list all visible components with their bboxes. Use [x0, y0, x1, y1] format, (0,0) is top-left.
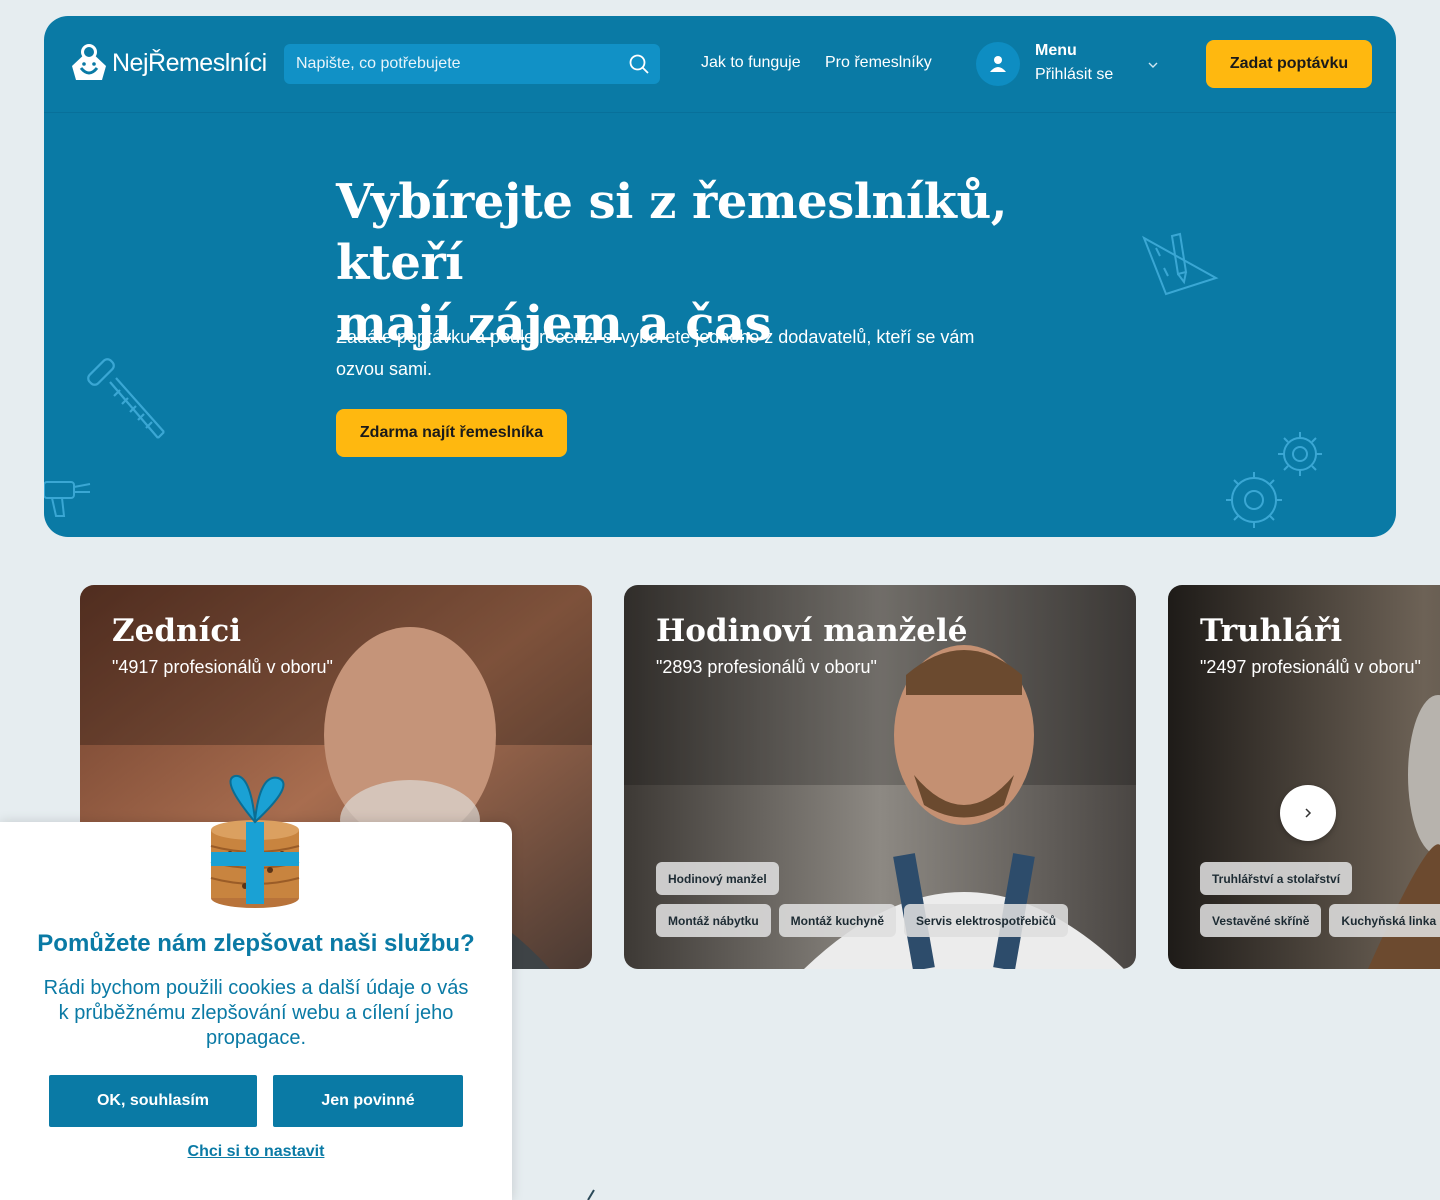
category-title: Zedníci [112, 613, 241, 649]
search-icon[interactable] [628, 53, 650, 75]
category-count: "2893 profesionálů v oboru" [656, 657, 877, 677]
tag[interactable]: Hodinový manžel [656, 862, 779, 895]
tag[interactable]: Vestavěné skříně [1200, 904, 1322, 937]
category-card-carpenters[interactable]: Truhláři "2497 profesionálů v oboru" Tru… [1168, 585, 1440, 969]
hero-title-line-1: Vybírejte si z řemeslníků, kteří [336, 174, 1007, 291]
tag-list: Truhlářství a stolařství Vestavěné skřín… [1200, 862, 1440, 946]
drill-doodle-icon [44, 481, 91, 517]
cookie-required-button[interactable]: Jen povinné [273, 1075, 463, 1127]
tag[interactable]: Truhlářství a stolařství [1200, 862, 1353, 895]
login-link[interactable]: Přihlásit se [1035, 66, 1113, 84]
ruler-pencil-doodle-icon [1142, 232, 1219, 296]
cookie-title: Pomůžete nám zlepšovat naši službu? [37, 930, 475, 957]
search-input[interactable] [284, 54, 618, 74]
category-title: Truhláři [1200, 613, 1343, 649]
tag[interactable]: Montáž kuchyně [778, 904, 897, 937]
site-header: NejŘemeslníci Jak to funguje Pro řemesln… [44, 16, 1396, 113]
find-craftsman-button[interactable]: Zdarma najít řemeslníka [336, 409, 567, 457]
cookie-gift-icon [210, 774, 300, 908]
category-title: Hodinoví manželé [656, 613, 968, 649]
tag-list: Hodinový manžel Montáž nábytku Montáž ku… [656, 862, 1136, 946]
category-card-handymen[interactable]: Hodinoví manželé "2893 profesionálů v ob… [624, 585, 1136, 969]
post-request-button[interactable]: Zadat poptávku [1206, 40, 1372, 88]
category-count: "4917 profesionálů v oboru" [112, 657, 333, 677]
cookie-accept-button[interactable]: OK, souhlasím [49, 1075, 257, 1127]
nav-how-it-works[interactable]: Jak to funguje [701, 54, 801, 72]
tag[interactable]: Kuchyňská linka [1329, 904, 1440, 937]
logo[interactable]: NejŘemeslníci [68, 40, 267, 86]
gears-doodle-icon [1226, 432, 1322, 528]
chevron-down-icon[interactable] [1146, 58, 1160, 72]
tag[interactable]: Servis elektrospotřebičů [904, 904, 1069, 937]
hero-section: NejŘemeslníci Jak to funguje Pro řemesln… [44, 16, 1396, 537]
logo-text: NejŘemeslníci [112, 48, 267, 77]
screw-doodle-icon [87, 358, 165, 439]
logo-mark-icon [72, 44, 106, 80]
user-avatar[interactable] [976, 42, 1020, 86]
cookie-settings-link[interactable]: Chci si to nastavit [0, 1143, 512, 1161]
hero-subtitle: Zadáte poptávku a podle recenzí si vyber… [336, 327, 975, 379]
carousel-next-button[interactable] [1280, 785, 1336, 841]
menu-title[interactable]: Menu [1035, 42, 1077, 60]
user-icon [990, 56, 1006, 72]
cookie-text: Rádi bychom použili cookies a další údaj… [43, 977, 469, 1049]
accent-mark [587, 1189, 595, 1200]
search-box [284, 44, 660, 84]
tag[interactable]: Montáž nábytku [656, 904, 771, 937]
category-count: "2497 profesionálů v oboru" [1200, 657, 1421, 677]
nav-for-craftsmen[interactable]: Pro řemeslníky [825, 54, 932, 72]
chevron-right-icon [1305, 808, 1312, 818]
